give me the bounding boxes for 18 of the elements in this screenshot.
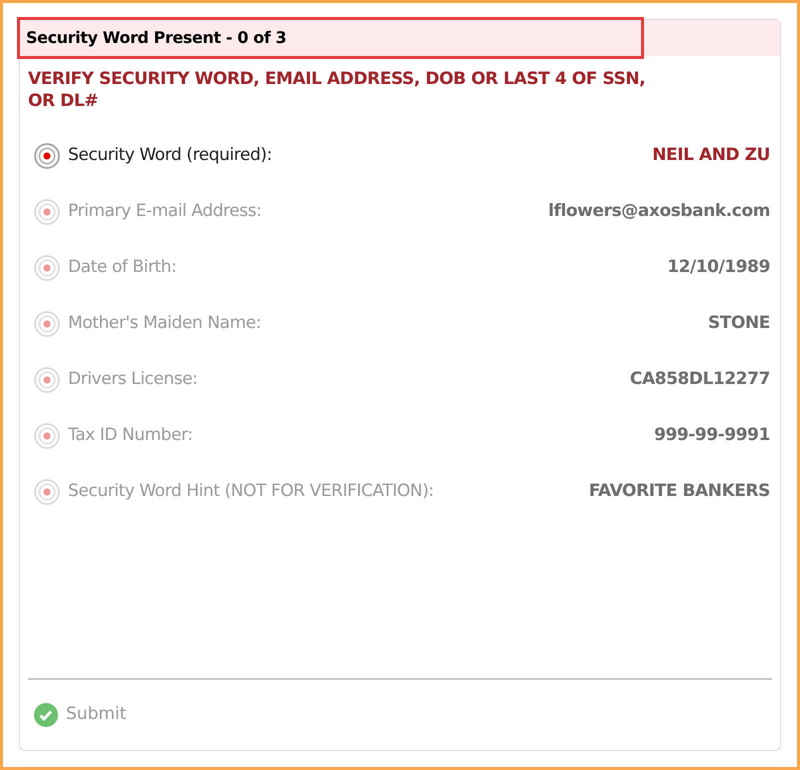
field-label: Primary E-mail Address: bbox=[68, 200, 262, 224]
field-label: Drivers License: bbox=[68, 368, 198, 392]
field-value: lflowers@axosbank.com bbox=[548, 200, 770, 224]
field-value: 999-99-9991 bbox=[654, 424, 770, 448]
field-value: CA858DL12277 bbox=[630, 368, 770, 392]
warning-text: VERIFY SECURITY WORD, EMAIL ADDRESS, DOB OR LAST 4 OF SSN, OR DL# bbox=[28, 68, 646, 112]
field-label: Security Word Hint (NOT FOR VERIFICATION): bbox=[68, 480, 434, 504]
field-value: NEIL AND ZU bbox=[652, 144, 770, 168]
field-label: Security Word (required): bbox=[68, 144, 272, 168]
field-label: Tax ID Number: bbox=[68, 424, 193, 448]
field-value: FAVORITE BANKERS bbox=[588, 480, 770, 504]
field-label: Mother's Maiden Name: bbox=[68, 312, 262, 336]
field-value: 12/10/1989 bbox=[667, 256, 770, 280]
field-label: Date of Birth: bbox=[68, 256, 176, 280]
check-icon bbox=[34, 703, 58, 727]
field-value: STONE bbox=[708, 312, 770, 336]
radio-button[interactable] bbox=[34, 143, 60, 169]
header-title: Security Word Present - 0 of 3 bbox=[17, 17, 644, 59]
